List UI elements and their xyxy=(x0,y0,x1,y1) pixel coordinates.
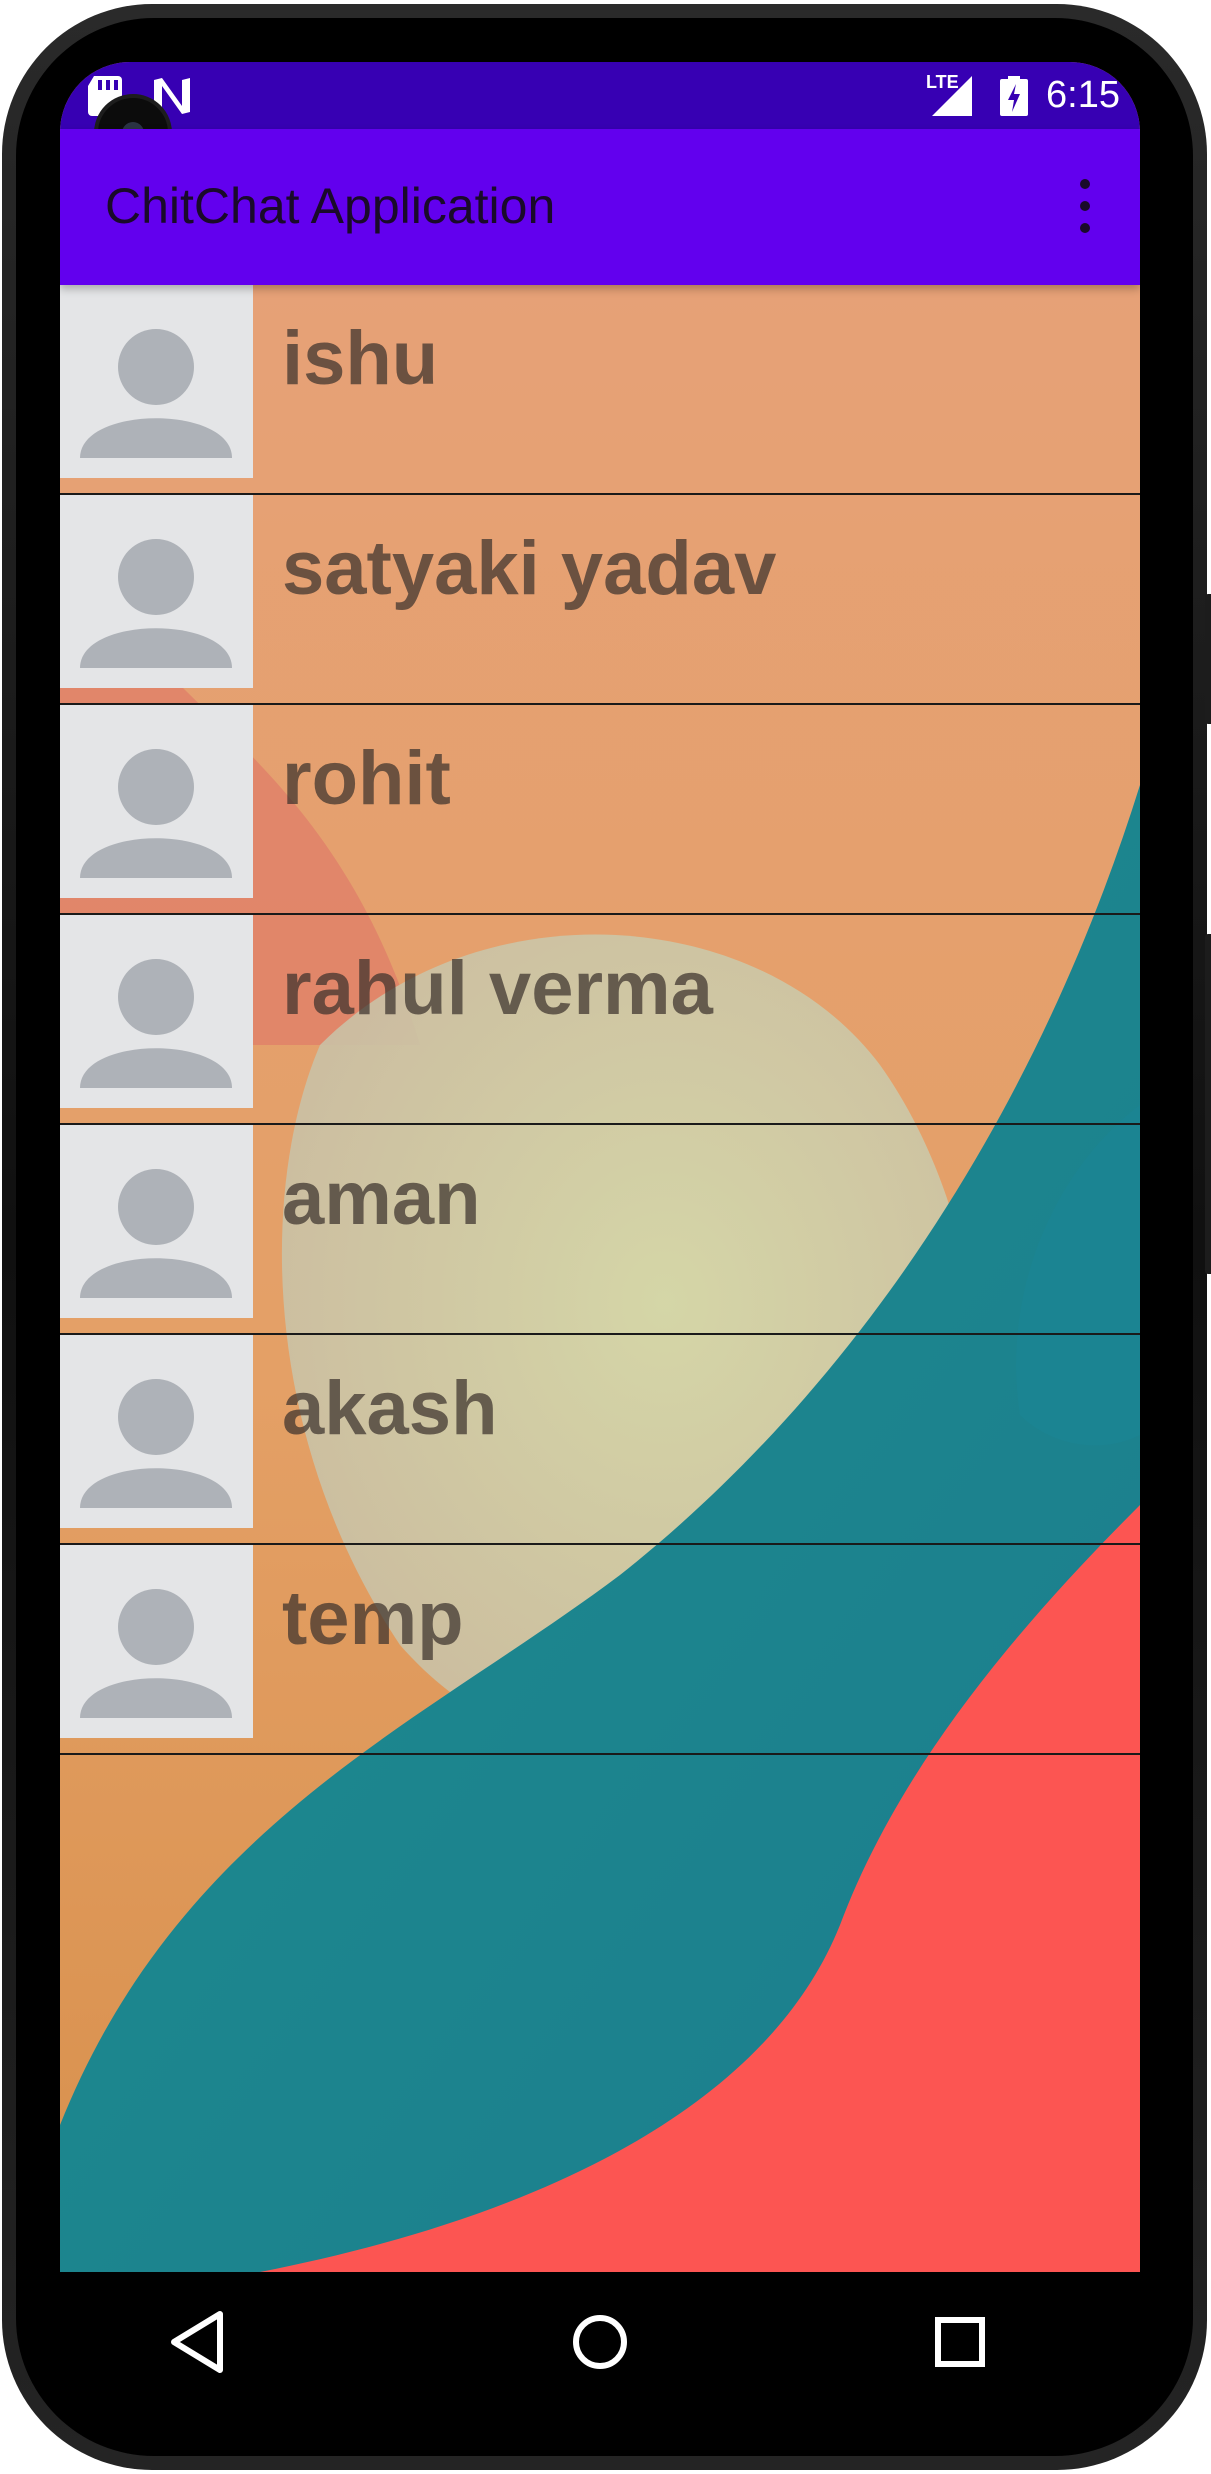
battery-charging-icon xyxy=(1000,76,1028,116)
default-avatar-icon xyxy=(60,705,253,898)
status-time: 6:15 xyxy=(1046,74,1120,116)
contact-list: ishu satyaki yadav rohit rahul verma aman aka… xyxy=(60,285,1140,1755)
contact-name: aman xyxy=(282,1156,481,1241)
default-avatar-icon xyxy=(60,915,253,1108)
lte-signal-icon xyxy=(932,76,972,116)
volume-button xyxy=(1205,934,1211,1274)
home-icon[interactable] xyxy=(560,2302,640,2382)
contact-row[interactable]: aman xyxy=(60,1125,1140,1335)
power-button xyxy=(1205,594,1211,724)
contact-name: temp xyxy=(282,1576,464,1661)
default-avatar-icon xyxy=(60,1125,253,1318)
back-icon[interactable] xyxy=(160,2302,240,2382)
screen: LTE 6:15 ChitChat Application ishu satyak… xyxy=(60,62,1140,2272)
contact-name: rohit xyxy=(282,736,451,821)
more-vert-icon[interactable] xyxy=(1075,179,1095,233)
contact-name: ishu xyxy=(282,316,439,401)
recents-icon[interactable] xyxy=(920,2302,1000,2382)
app-bar: ChitChat Application xyxy=(60,129,1140,285)
contact-name: satyaki yadav xyxy=(282,526,777,611)
contact-name: akash xyxy=(282,1366,498,1451)
contact-row[interactable]: temp xyxy=(60,1545,1140,1755)
contact-row[interactable]: rahul verma xyxy=(60,915,1140,1125)
nav-bar xyxy=(60,2272,1140,2402)
app-title: ChitChat Application xyxy=(105,178,556,234)
default-avatar-icon xyxy=(60,495,253,688)
default-avatar-icon xyxy=(60,1545,253,1738)
contact-row[interactable]: rohit xyxy=(60,705,1140,915)
contact-name: rahul verma xyxy=(282,946,713,1031)
contact-row[interactable]: ishu xyxy=(60,285,1140,495)
contact-row[interactable]: satyaki yadav xyxy=(60,495,1140,705)
contact-row[interactable]: akash xyxy=(60,1335,1140,1545)
default-avatar-icon xyxy=(60,1335,253,1528)
status-bar: LTE 6:15 xyxy=(60,62,1140,129)
default-avatar-icon xyxy=(60,285,253,478)
